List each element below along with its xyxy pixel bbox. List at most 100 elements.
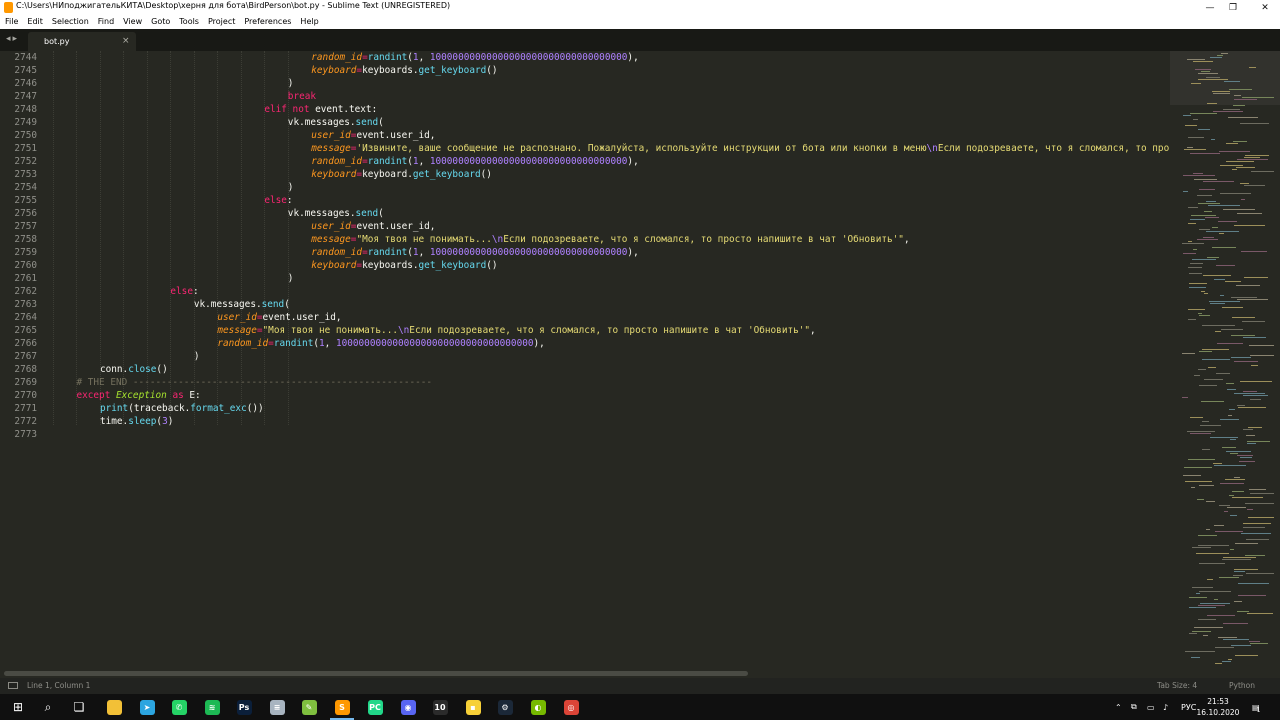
code-line[interactable]: 2758 message="Моя твоя не понимать...\nЕс… (0, 233, 1170, 246)
menu-view[interactable]: View (118, 15, 146, 29)
nvidia-icon[interactable]: ◐ (522, 694, 554, 720)
code-line[interactable]: 2764 user_id=event.user_id, (0, 311, 1170, 324)
code-line[interactable]: 2770 except Exception as E: (0, 389, 1170, 402)
code-line[interactable]: 2749 vk.messages.send( (0, 116, 1170, 129)
chrome-icon[interactable]: ◎ (555, 694, 587, 720)
panel-toggle-icon[interactable] (8, 682, 18, 689)
minimap-line (1199, 563, 1225, 564)
line-number: 2772 (14, 416, 37, 427)
minimap-line (1198, 545, 1229, 546)
code-line[interactable]: 2752 random_id=randint(1, 100000000000000… (0, 155, 1170, 168)
minimap-line (1183, 475, 1201, 476)
start-button[interactable]: ⊞ (2, 694, 34, 720)
tab-size-indicator[interactable]: Tab Size: 4 (1157, 681, 1197, 690)
menu-tools[interactable]: Tools (174, 15, 203, 29)
menu-file[interactable]: File (0, 15, 22, 29)
code-line[interactable]: 2766 random_id=randint(1, 100000000000000… (0, 337, 1170, 350)
notification-center-icon[interactable]: ▤ 1 (1252, 694, 1260, 720)
code-line[interactable]: 2760 keyboard=keyboards.get_keyboard() (0, 259, 1170, 272)
code-editor[interactable]: 2744 random_id=randint(1, 100000000000000… (0, 51, 1170, 669)
minimap-line (1199, 189, 1215, 190)
minimap-line (1210, 303, 1225, 304)
menu-goto[interactable]: Goto (146, 15, 174, 29)
minimap-line (1192, 631, 1211, 632)
code-token: randint (367, 247, 408, 258)
sticky-notes-icon[interactable]: ▪ (457, 694, 489, 720)
discord-icon[interactable]: ◉ (392, 694, 424, 720)
menu-find[interactable]: Find (93, 15, 118, 29)
notepad-icon[interactable]: ≡ (261, 694, 293, 720)
sublime-text-icon[interactable]: S (326, 694, 358, 720)
code-line[interactable]: 2746) (0, 77, 1170, 90)
close-button[interactable]: ✕ (1242, 0, 1280, 15)
menu-help[interactable]: Help (295, 15, 322, 29)
steam-icon[interactable]: ⚙ (489, 694, 521, 720)
code-line[interactable]: 2751 message='Извините, ваше сообщение не… (0, 142, 1170, 155)
code-token: () (480, 169, 492, 180)
minimap-line (1218, 637, 1237, 638)
tray-language[interactable]: РУС (1181, 694, 1196, 720)
tray-clock[interactable]: 21:53 16.10.2020 (1196, 696, 1240, 718)
telegram-icon[interactable]: ➤ (131, 694, 163, 720)
code-line[interactable]: 2762 else: (0, 285, 1170, 298)
code-line[interactable]: 2769 # THE END --------------------------… (0, 376, 1170, 389)
code-line[interactable]: 2756 vk.messages.send( (0, 207, 1170, 220)
line-number: 2768 (14, 364, 37, 375)
code-line[interactable]: 2759 random_id=randint(1, 100000000000000… (0, 246, 1170, 259)
code-line[interactable]: 2765 message="Моя твоя не понимать...\nЕс… (0, 324, 1170, 337)
search-icon[interactable]: ⌕ (32, 694, 64, 720)
code-line[interactable]: 2753 keyboard=keyboard.get_keyboard() (0, 168, 1170, 181)
code-line[interactable]: 2761) (0, 272, 1170, 285)
horizontal-scrollbar[interactable] (0, 669, 1170, 678)
menu-preferences[interactable]: Preferences (239, 15, 295, 29)
code-line[interactable]: 2754) (0, 181, 1170, 194)
minimap-line (1210, 57, 1222, 58)
tab-close-icon[interactable]: × (122, 36, 130, 46)
menu-project[interactable]: Project (203, 15, 239, 29)
code-line[interactable]: 2763 vk.messages.send( (0, 298, 1170, 311)
code-line[interactable]: 2768 conn.close() (0, 363, 1170, 376)
photoshop-icon[interactable]: Ps (228, 694, 260, 720)
minimap-line (1184, 467, 1212, 468)
whatsapp-icon[interactable]: ✆ (163, 694, 195, 720)
code-token: Exception (116, 390, 167, 401)
syntax-indicator[interactable]: Python (1229, 681, 1255, 690)
minimap-line (1219, 505, 1230, 506)
tray-battery-icon[interactable]: ▭ (1147, 694, 1155, 720)
code-line[interactable]: 2767) (0, 350, 1170, 363)
code-line[interactable]: 2748 elif not event.text: (0, 103, 1170, 116)
tab-nav-arrows-icon[interactable]: ◂▸ (6, 34, 19, 44)
task-view-icon[interactable]: ❏ (63, 694, 95, 720)
code-line[interactable]: 2757 user_id=event.user_id, (0, 220, 1170, 233)
minimap-line (1231, 297, 1257, 298)
code-line[interactable]: 2747 break (0, 90, 1170, 103)
minimap-line (1240, 183, 1249, 184)
menu-edit[interactable]: Edit (22, 15, 47, 29)
code-line[interactable]: 2745 keyboard=keyboards.get_keyboard() (0, 64, 1170, 77)
minimap-line (1221, 53, 1228, 54)
code-line[interactable]: 2771 print(traceback.format_exc()) (0, 402, 1170, 415)
menu-selection[interactable]: Selection (47, 15, 93, 29)
notepad-plus-icon[interactable]: ✎ (293, 694, 325, 720)
spotify-icon[interactable]: ≋ (196, 694, 228, 720)
minimap[interactable] (1170, 51, 1280, 669)
minimap-line (1237, 299, 1268, 300)
code-line[interactable]: 2773 (0, 428, 1170, 441)
code-token: ()) (246, 403, 264, 414)
minimap-line (1225, 479, 1245, 480)
code-line[interactable]: 2750 user_id=event.user_id, (0, 129, 1170, 142)
minimap-line (1192, 547, 1211, 548)
app-10-icon[interactable]: 10 (424, 694, 456, 720)
file-explorer-icon[interactable] (98, 694, 130, 720)
tab-bot-py[interactable]: bot.py × (28, 32, 136, 51)
tray-display-icon[interactable]: ⧉ (1131, 694, 1137, 720)
code-token: send (355, 208, 379, 219)
minimap-line (1251, 365, 1258, 366)
pycharm-icon[interactable]: PC (359, 694, 391, 720)
horizontal-scrollbar-thumb[interactable] (4, 671, 748, 676)
tray-volume-icon[interactable]: ♪ (1163, 694, 1168, 720)
tray-chevron-icon[interactable]: ⌃ (1115, 694, 1122, 720)
code-line[interactable]: 2772 time.sleep(3) (0, 415, 1170, 428)
code-line[interactable]: 2744 random_id=randint(1, 100000000000000… (0, 51, 1170, 64)
code-line[interactable]: 2755 else: (0, 194, 1170, 207)
